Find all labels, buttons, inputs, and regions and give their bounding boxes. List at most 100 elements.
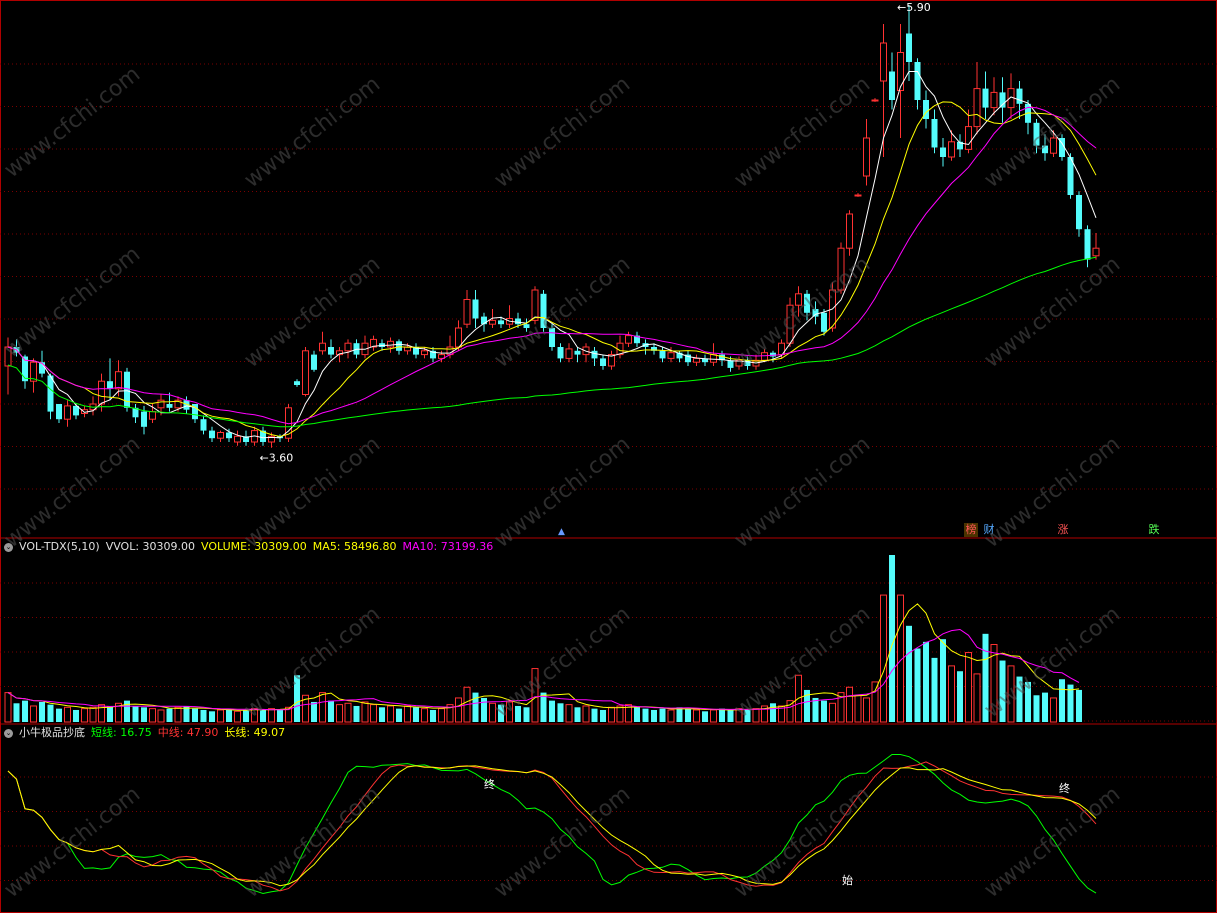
kline-chart[interactable]: ←5.90 ←3.60 ▲ 终始 终 <box>0 0 1217 913</box>
candle-body <box>846 213 853 249</box>
volume-bar <box>498 704 504 722</box>
candle-body <box>786 304 794 344</box>
candle-body <box>667 352 675 359</box>
volume-bar <box>642 708 649 722</box>
candle-body <box>463 299 471 325</box>
volume-bar <box>710 709 717 723</box>
candle-body <box>880 42 887 82</box>
volume-bar <box>1007 665 1015 723</box>
volume-bar <box>22 700 28 722</box>
candle-body <box>1033 122 1040 146</box>
volume-bar <box>582 705 590 723</box>
volume-bar <box>344 702 352 723</box>
signal-mark: 终 <box>484 777 495 791</box>
tag-cai[interactable]: 财 <box>982 523 996 537</box>
volume-bar <box>455 697 462 723</box>
candle-body <box>574 350 581 355</box>
candle-body <box>565 348 573 359</box>
volume-bar <box>234 710 241 723</box>
ma10-value: MA10: 73199.36 <box>402 540 494 553</box>
candle-body <box>710 354 717 363</box>
volume-bar <box>982 633 989 722</box>
volume-bar <box>965 652 972 723</box>
vol-indicator-name[interactable]: VOL-TDX(5,10) <box>19 540 100 553</box>
vvol-value: VVOL: 30309.00 <box>105 540 196 553</box>
volume-bar <box>174 706 182 723</box>
candle-body <box>47 375 54 412</box>
candle-body <box>294 381 300 385</box>
volume-bar <box>361 701 369 723</box>
candle-body <box>863 137 870 177</box>
volume-bar <box>157 709 165 723</box>
volume-bar <box>1016 676 1023 722</box>
volume-bar <box>107 705 113 722</box>
mid-line <box>7 761 1097 892</box>
candle-body <box>302 350 309 395</box>
volume-bar <box>531 668 539 723</box>
candle-body <box>107 381 113 389</box>
indicator-name[interactable]: 小牛极品抄底 <box>19 726 85 739</box>
volume-bar <box>1059 679 1065 722</box>
candle-body <box>940 147 946 157</box>
signal-mark: 终 <box>1059 781 1070 795</box>
candle-body <box>515 318 521 325</box>
candle-body <box>498 320 504 325</box>
panel-collapse-icon[interactable]: ⌄ <box>4 542 13 552</box>
volume-bar <box>328 700 334 722</box>
tag-bang[interactable]: 榜 <box>964 523 978 537</box>
low-price-label: ←3.60 <box>260 452 294 465</box>
candle-body <box>1084 229 1091 260</box>
volume-bar <box>574 707 581 722</box>
candle-body <box>234 435 241 443</box>
volume-bar <box>659 708 666 722</box>
volume-bar <box>957 671 963 722</box>
volume-bar <box>821 700 827 722</box>
volume-bar <box>472 692 479 722</box>
volume-bar <box>557 703 564 722</box>
candle-body <box>837 247 845 291</box>
candle-body <box>897 52 904 91</box>
candle-body <box>472 299 479 319</box>
volume-bar <box>880 594 887 723</box>
volume-bar <box>854 694 862 723</box>
tag-zhang[interactable]: 涨 <box>1056 523 1070 537</box>
candle-body <box>931 119 938 148</box>
candle-body <box>149 411 156 420</box>
candle-body <box>141 411 147 427</box>
volume-bar <box>268 708 275 723</box>
volume-bar <box>863 697 870 723</box>
volume-bar <box>914 648 921 722</box>
candle-body <box>990 91 998 109</box>
volume-bar <box>812 697 819 722</box>
volume-bar <box>217 709 224 723</box>
volume-bar <box>600 709 606 722</box>
panel-collapse-icon[interactable]: ⌄ <box>4 728 13 738</box>
tag-die[interactable]: 跌 <box>1147 523 1161 537</box>
volume-bar <box>89 706 97 723</box>
volume-bar <box>506 701 513 723</box>
volume-bar <box>192 708 198 722</box>
candle-body <box>209 430 215 439</box>
vol-header: ⌄ VOL-TDX(5,10) VVOL: 30309.00 VOLUME: 3030… <box>4 540 499 554</box>
long-line-value: 长线: 49.07 <box>224 726 286 739</box>
volume-bar <box>948 665 955 723</box>
mid-line-value: 中线: 47.90 <box>157 726 219 739</box>
candle-body <box>659 350 666 359</box>
volume-bar <box>999 660 1006 722</box>
volume-bar <box>387 705 394 723</box>
volume-bar <box>370 704 377 723</box>
candle-body <box>523 324 530 328</box>
ma10-line <box>7 101 1097 438</box>
volume-bar <box>413 707 419 722</box>
candle-body <box>226 432 232 439</box>
volume-bar <box>489 702 496 723</box>
candle-body <box>311 354 317 370</box>
candle-body <box>549 328 555 347</box>
candle-body <box>812 309 819 317</box>
candle-body <box>871 99 879 102</box>
volume-bar <box>923 641 929 722</box>
candle-body <box>889 71 895 100</box>
volume-bar <box>141 707 147 722</box>
volume-bar <box>277 709 283 722</box>
volume-bar <box>549 700 555 722</box>
